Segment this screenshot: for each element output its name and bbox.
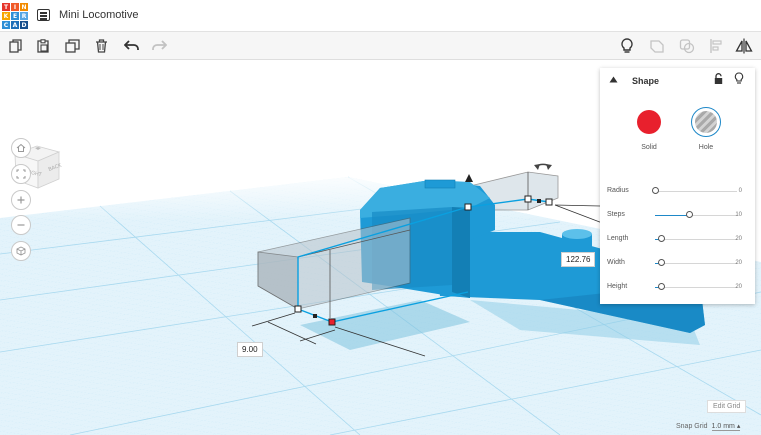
- align-icon[interactable]: [706, 36, 726, 56]
- property-value[interactable]: 20: [735, 284, 742, 290]
- hole-stripe-icon: [695, 111, 717, 133]
- dimension-input-right[interactable]: 122.76: [561, 252, 596, 267]
- delete-icon[interactable]: [91, 36, 111, 56]
- logo-letter: D: [20, 21, 28, 29]
- property-slider[interactable]: [655, 211, 737, 218]
- property-slider[interactable]: [655, 259, 737, 266]
- zoom-out-icon: [17, 224, 25, 226]
- property-slider[interactable]: [652, 187, 737, 194]
- home-view-button[interactable]: [11, 138, 31, 158]
- list-icon[interactable]: [37, 9, 50, 21]
- logo-letter: A: [11, 21, 19, 29]
- snap-grid-control[interactable]: Snap Grid 1.0 mm ▴: [676, 422, 741, 431]
- property-value[interactable]: 10: [735, 212, 742, 218]
- zoom-in-button[interactable]: [11, 190, 31, 210]
- snap-grid-label: Snap Grid: [676, 423, 708, 430]
- slider-knob[interactable]: [652, 187, 659, 194]
- hole-option[interactable]: [691, 107, 721, 137]
- logo-letter: E: [11, 12, 19, 20]
- snap-grid-value[interactable]: 1.0 mm ▴: [711, 423, 741, 431]
- property-value[interactable]: 0: [739, 188, 742, 194]
- dimension-input-left[interactable]: 9.00: [237, 342, 263, 357]
- property-label: Length: [607, 235, 629, 242]
- design-title[interactable]: Mini Locomotive: [59, 9, 138, 21]
- duplicate-icon[interactable]: [62, 36, 82, 56]
- slider-knob[interactable]: [657, 235, 665, 242]
- zoom-out-button[interactable]: [11, 215, 31, 235]
- lock-icon[interactable]: [714, 73, 723, 85]
- hole-label: Hole: [698, 144, 714, 151]
- property-label: Steps: [607, 211, 625, 218]
- solid-label: Solid: [641, 144, 657, 151]
- perspective-button[interactable]: [11, 241, 31, 261]
- logo-letter: K: [2, 12, 10, 20]
- edit-grid-button[interactable]: Edit Grid: [707, 400, 747, 413]
- redo-icon[interactable]: [149, 36, 169, 56]
- logo-letter: C: [2, 21, 10, 29]
- toolbar: [0, 32, 761, 60]
- slider-knob[interactable]: [657, 259, 665, 266]
- fit-icon: [16, 169, 26, 179]
- property-slider[interactable]: [655, 235, 737, 242]
- property-value[interactable]: 20: [735, 260, 742, 266]
- inspector-title: Shape: [632, 76, 660, 86]
- group-icon[interactable]: [647, 36, 667, 56]
- property-slider[interactable]: [655, 283, 737, 290]
- undo-icon[interactable]: [121, 36, 141, 56]
- logo-letter: T: [2, 3, 10, 11]
- slider-knob[interactable]: [657, 283, 665, 290]
- logo-letter: R: [20, 12, 28, 20]
- solid-color-swatch[interactable]: [637, 110, 661, 134]
- zoom-in-icon: [17, 196, 25, 204]
- tinkercad-logo[interactable]: TIN KER CAD: [2, 3, 28, 29]
- perspective-icon: [16, 246, 26, 256]
- property-label: Radius: [607, 187, 629, 194]
- slider-fill: [655, 215, 690, 216]
- top-bar: TIN KER CAD Mini Locomotive: [0, 0, 761, 32]
- logo-letter: N: [20, 3, 28, 11]
- ungroup-icon[interactable]: [677, 36, 697, 56]
- property-label: Height: [607, 283, 628, 290]
- property-label: Width: [607, 259, 625, 266]
- lightbulb-icon[interactable]: [617, 36, 637, 56]
- paste-icon[interactable]: [33, 36, 53, 56]
- property-value[interactable]: 20: [735, 236, 742, 242]
- fit-view-button[interactable]: [11, 164, 31, 184]
- copy-icon[interactable]: [6, 36, 26, 56]
- logo-letter: I: [11, 3, 19, 11]
- visibility-bulb-icon[interactable]: [734, 72, 744, 85]
- shape-inspector: Shape Solid Hole Radius 0 Steps 10 Length 20 W…: [600, 68, 755, 304]
- mirror-icon[interactable]: [734, 36, 754, 56]
- slider-knob[interactable]: [686, 211, 694, 218]
- home-icon: [16, 143, 26, 152]
- collapse-caret-icon[interactable]: [609, 76, 618, 83]
